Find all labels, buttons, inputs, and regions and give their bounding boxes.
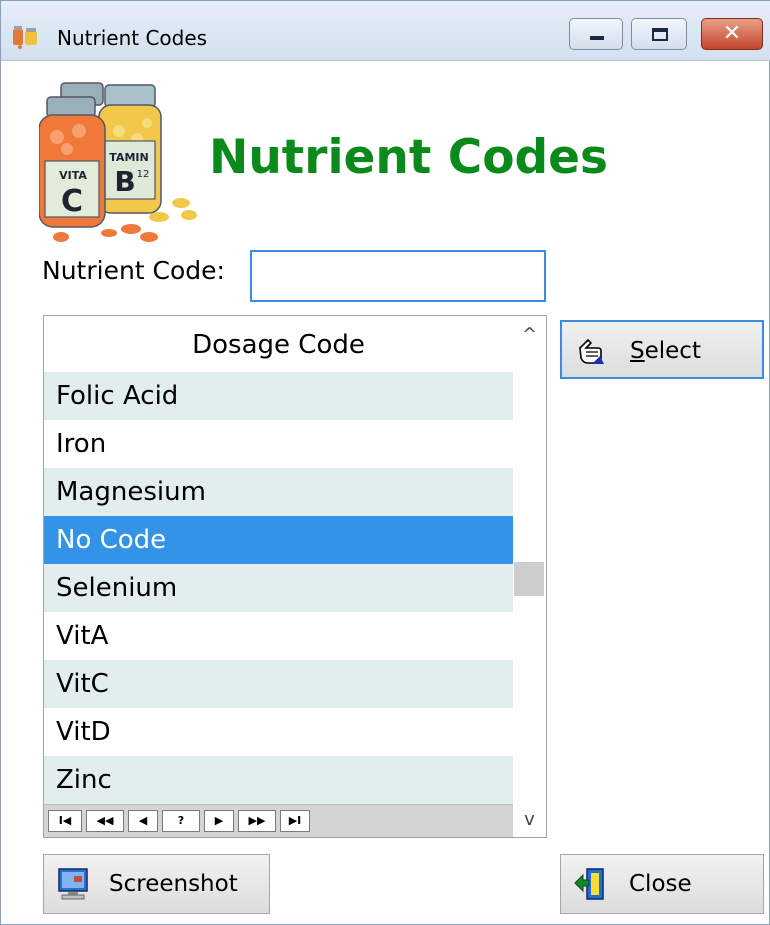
- table-row[interactable]: Selenium: [44, 564, 513, 612]
- table-row[interactable]: Iron: [44, 420, 513, 468]
- select-button[interactable]: Select: [560, 320, 764, 379]
- table-row[interactable]: Zinc: [44, 756, 513, 804]
- table-row[interactable]: Magnesium: [44, 468, 513, 516]
- window-title: Nutrient Codes: [57, 26, 208, 50]
- table-row[interactable]: VitC: [44, 660, 513, 708]
- last-record-button[interactable]: ▶I: [280, 810, 310, 832]
- close-icon: ✕: [722, 21, 742, 46]
- next-page-button[interactable]: ▶▶: [238, 810, 276, 832]
- close-button[interactable]: Close: [560, 854, 764, 914]
- select-mnemonic: S: [630, 338, 645, 364]
- maximize-button[interactable]: [631, 18, 687, 50]
- table-row[interactable]: VitD: [44, 708, 513, 756]
- search-record-button[interactable]: ?: [162, 810, 200, 832]
- pointing-hand-icon: [579, 338, 604, 364]
- table-row-selected[interactable]: No Code: [44, 516, 513, 564]
- app-icon: [13, 26, 37, 49]
- screenshot-button-label: Screenshot: [109, 871, 238, 897]
- bottle-b-letter: B: [114, 165, 135, 198]
- title-bar[interactable]: Nutrient Codes ✕: [1, 1, 770, 61]
- bottle-b-text: TAMIN: [109, 151, 148, 164]
- vertical-scrollbar[interactable]: ^ v: [513, 316, 546, 837]
- column-header-dosage-code[interactable]: Dosage Code: [44, 316, 513, 372]
- next-record-button[interactable]: ▶: [204, 810, 234, 832]
- scroll-up-arrow-icon[interactable]: ^: [513, 320, 546, 350]
- select-button-label: Select: [630, 322, 701, 380]
- screenshot-button[interactable]: Screenshot: [43, 854, 270, 914]
- scroll-down-arrow-icon[interactable]: v: [513, 805, 546, 835]
- grid-rows: Folic Acid Iron Magnesium No Code Seleni…: [44, 372, 513, 804]
- vitamin-bottles-icon: TAMIN B 12 VITA C: [39, 82, 197, 242]
- minimize-icon: [590, 36, 604, 40]
- dosage-code-grid[interactable]: Dosage Code Folic Acid Iron Magnesium No…: [43, 315, 547, 838]
- nutrient-codes-window: Nutrient Codes ✕ TAMIN B 12 VITA C Nutri…: [0, 0, 770, 925]
- previous-record-button[interactable]: ◀: [128, 810, 158, 832]
- maximize-icon: [652, 28, 668, 41]
- monitor-icon: [58, 868, 88, 900]
- bottle-c-letter: C: [61, 184, 83, 219]
- table-row[interactable]: VitA: [44, 612, 513, 660]
- first-record-button[interactable]: I◀: [48, 810, 82, 832]
- bottle-b-sup: 12: [137, 169, 150, 180]
- close-window-button[interactable]: ✕: [701, 18, 763, 50]
- nutrient-code-label: Nutrient Code:: [42, 256, 225, 285]
- scroll-thumb[interactable]: [514, 562, 544, 596]
- exit-door-icon: [574, 868, 604, 900]
- previous-page-button[interactable]: ◀◀: [86, 810, 124, 832]
- close-button-label: Close: [629, 871, 692, 897]
- select-label-rest: elect: [644, 338, 701, 364]
- minimize-button[interactable]: [569, 18, 623, 50]
- bottle-c-text: VITA: [59, 169, 87, 182]
- page-title: Nutrient Codes: [209, 130, 608, 185]
- nutrient-code-input[interactable]: [250, 250, 546, 302]
- table-row[interactable]: Folic Acid: [44, 372, 513, 420]
- record-navigator: I◀ ◀◀ ◀ ? ▶ ▶▶ ▶I: [44, 804, 513, 837]
